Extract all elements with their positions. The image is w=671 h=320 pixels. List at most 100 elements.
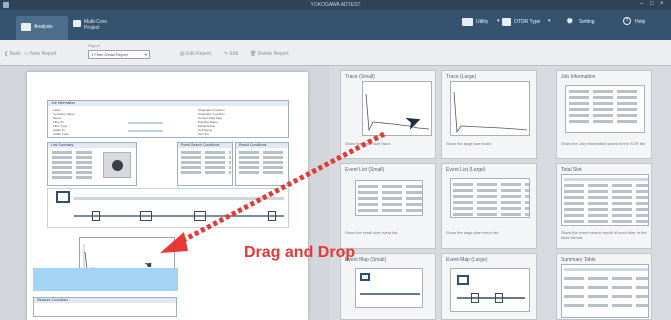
new-report-icon: ▭ <box>24 51 29 57</box>
tab-multi-core-project[interactable]: Multi-Core Project <box>70 16 122 40</box>
delete-report-label: Delete Report <box>257 51 289 57</box>
job-info-thumbnail <box>565 85 645 133</box>
link-summary-section[interactable]: Link Summary <box>47 142 137 186</box>
pencil-icon: ✎ <box>224 51 229 57</box>
link-summary-header: Link Summary <box>48 143 136 148</box>
chevron-down-icon: ▾ <box>497 18 500 24</box>
connector-icon <box>92 211 100 221</box>
edit-label: Edit <box>229 51 239 57</box>
job-field-bar <box>128 122 163 124</box>
tab-analysis[interactable]: Analysis <box>16 16 68 40</box>
card-title: Event List (Large) <box>446 167 486 173</box>
fiber-endface-image <box>103 152 131 178</box>
card-title: Event Map (Large) <box>446 257 488 263</box>
card-title: Total Slot <box>561 167 582 173</box>
otdr-device-icon <box>457 275 469 285</box>
card-description: Show the small size trace. <box>345 141 392 146</box>
otdr-type-label: OTDR Type <box>514 19 541 25</box>
result-conditions-header: Result Conditions <box>236 143 288 148</box>
job-information-section[interactable]: Job Information Label Company Name Name … <box>47 100 289 138</box>
help-icon: ? <box>623 17 631 25</box>
card-description: Show the large size trace. <box>446 141 493 146</box>
minimize-button[interactable]: – <box>640 1 643 7</box>
edit-report-label: Edit Report <box>186 51 212 57</box>
tab-analysis-label: Analysis <box>34 24 53 30</box>
job-fields-right: Origination Location Origination Locatio… <box>198 108 225 136</box>
utility-label: Utility <box>476 19 489 25</box>
close-button[interactable]: × <box>660 1 664 7</box>
connector-icon <box>268 211 276 221</box>
connector-icon <box>140 211 152 221</box>
drag-and-drop-label: Drag and Drop <box>244 244 356 261</box>
tab-multi-core-label: Multi-Core Project <box>84 19 108 31</box>
card-job-information[interactable]: Job Information Show the Job information… <box>556 70 652 159</box>
card-description: Show the Job information saved in the SO… <box>561 141 646 146</box>
back-button[interactable]: ❮ Back <box>4 51 21 57</box>
otdr-device-icon <box>360 273 370 281</box>
otdr-type-icon <box>502 18 511 26</box>
report-page[interactable]: Job Information Label Company Name Name … <box>27 72 308 320</box>
card-summary-table[interactable]: Summary Table <box>556 253 652 320</box>
event-list-thumbnail <box>355 180 423 216</box>
delete-report-button[interactable]: 🗑 Delete Report <box>250 51 289 57</box>
event-map-thumbnail <box>355 268 423 308</box>
analysis-icon <box>21 23 31 31</box>
event-map-line <box>74 197 284 200</box>
drop-target-area[interactable] <box>33 268 178 291</box>
measure-conditions-header: Measure Conditions <box>34 298 176 303</box>
event-search-header: Event Search Conditions <box>178 143 232 148</box>
card-trace-small[interactable]: Trace (Small) ➤ Show the small size trac… <box>340 70 436 159</box>
card-title: Summary Table <box>561 257 596 263</box>
gear-icon: ✹ <box>566 16 574 26</box>
setting-label: Setting <box>579 19 595 25</box>
event-list-thumbnail <box>450 178 530 218</box>
measure-conditions-section[interactable]: Measure Conditions <box>33 297 177 317</box>
trash-icon: 🗑 <box>250 51 257 57</box>
back-label: Back <box>9 51 21 57</box>
edit-button[interactable]: ✎ Edit <box>224 51 238 57</box>
connector-icon <box>495 293 503 303</box>
card-event-list-small[interactable]: Event List (Small) Show the small size e… <box>340 163 436 249</box>
event-map-strip[interactable] <box>47 188 289 228</box>
toolbar: ❮ Back ▭ New Report Report 1 Fiber Detai… <box>0 40 671 66</box>
new-report-button[interactable]: ▭ New Report <box>24 51 57 57</box>
help-label: Help <box>635 19 646 25</box>
event-map-line <box>74 215 284 217</box>
new-report-label: New Report <box>30 51 57 57</box>
report-select[interactable]: 1 Fiber Detail Report ▾ <box>88 50 150 59</box>
window-title: YOKOGAWA ADTEST <box>310 2 361 8</box>
card-event-map-small[interactable]: Event Map (Small) <box>340 253 436 320</box>
edit-report-button[interactable]: ▤ Edit Report <box>180 51 211 57</box>
job-information-header: Job Information <box>48 101 288 106</box>
trace-thumbnail <box>450 81 530 136</box>
card-title: Trace (Small) <box>345 74 375 80</box>
card-trace-large[interactable]: Trace (Large) Show the large size trace. <box>441 70 537 159</box>
chevron-left-icon: ❮ <box>4 51 9 57</box>
connector-icon <box>471 293 479 303</box>
utility-icon <box>462 18 473 26</box>
chevron-down-icon: ▾ <box>548 18 551 24</box>
job-field-bar <box>128 130 163 132</box>
chevron-down-icon: ▾ <box>144 52 147 57</box>
card-total-slot[interactable]: Total Slot Show the event search result … <box>556 163 652 249</box>
card-title: Trace (Large) <box>446 74 477 80</box>
card-description: Show the large size event list. <box>446 230 499 235</box>
result-conditions-section[interactable]: Result Conditions <box>235 142 289 186</box>
event-map-thumbnail <box>450 268 530 312</box>
otdr-device-icon <box>56 191 70 203</box>
connector-icon <box>194 211 206 221</box>
card-title: Event List (Small) <box>345 167 385 173</box>
fiber-core-icon <box>112 160 123 171</box>
summary-table-thumbnail <box>561 264 649 318</box>
card-event-list-large[interactable]: Event List (Large) Show the large size e… <box>441 163 537 249</box>
card-event-map-large[interactable]: Event Map (Large) <box>441 253 537 320</box>
card-title: Job Information <box>561 74 596 80</box>
total-slot-thumbnail <box>561 174 649 226</box>
report-field-label: Report <box>88 43 101 48</box>
report-select-value: 1 Fiber Detail Report <box>91 52 128 57</box>
multi-core-icon <box>73 20 81 27</box>
maximize-button[interactable]: □ <box>650 1 654 7</box>
event-search-conditions-section[interactable]: Event Search Conditions <box>177 142 233 186</box>
card-description: Show the event search result of each fib… <box>561 230 647 240</box>
edit-report-icon: ▤ <box>180 51 185 57</box>
